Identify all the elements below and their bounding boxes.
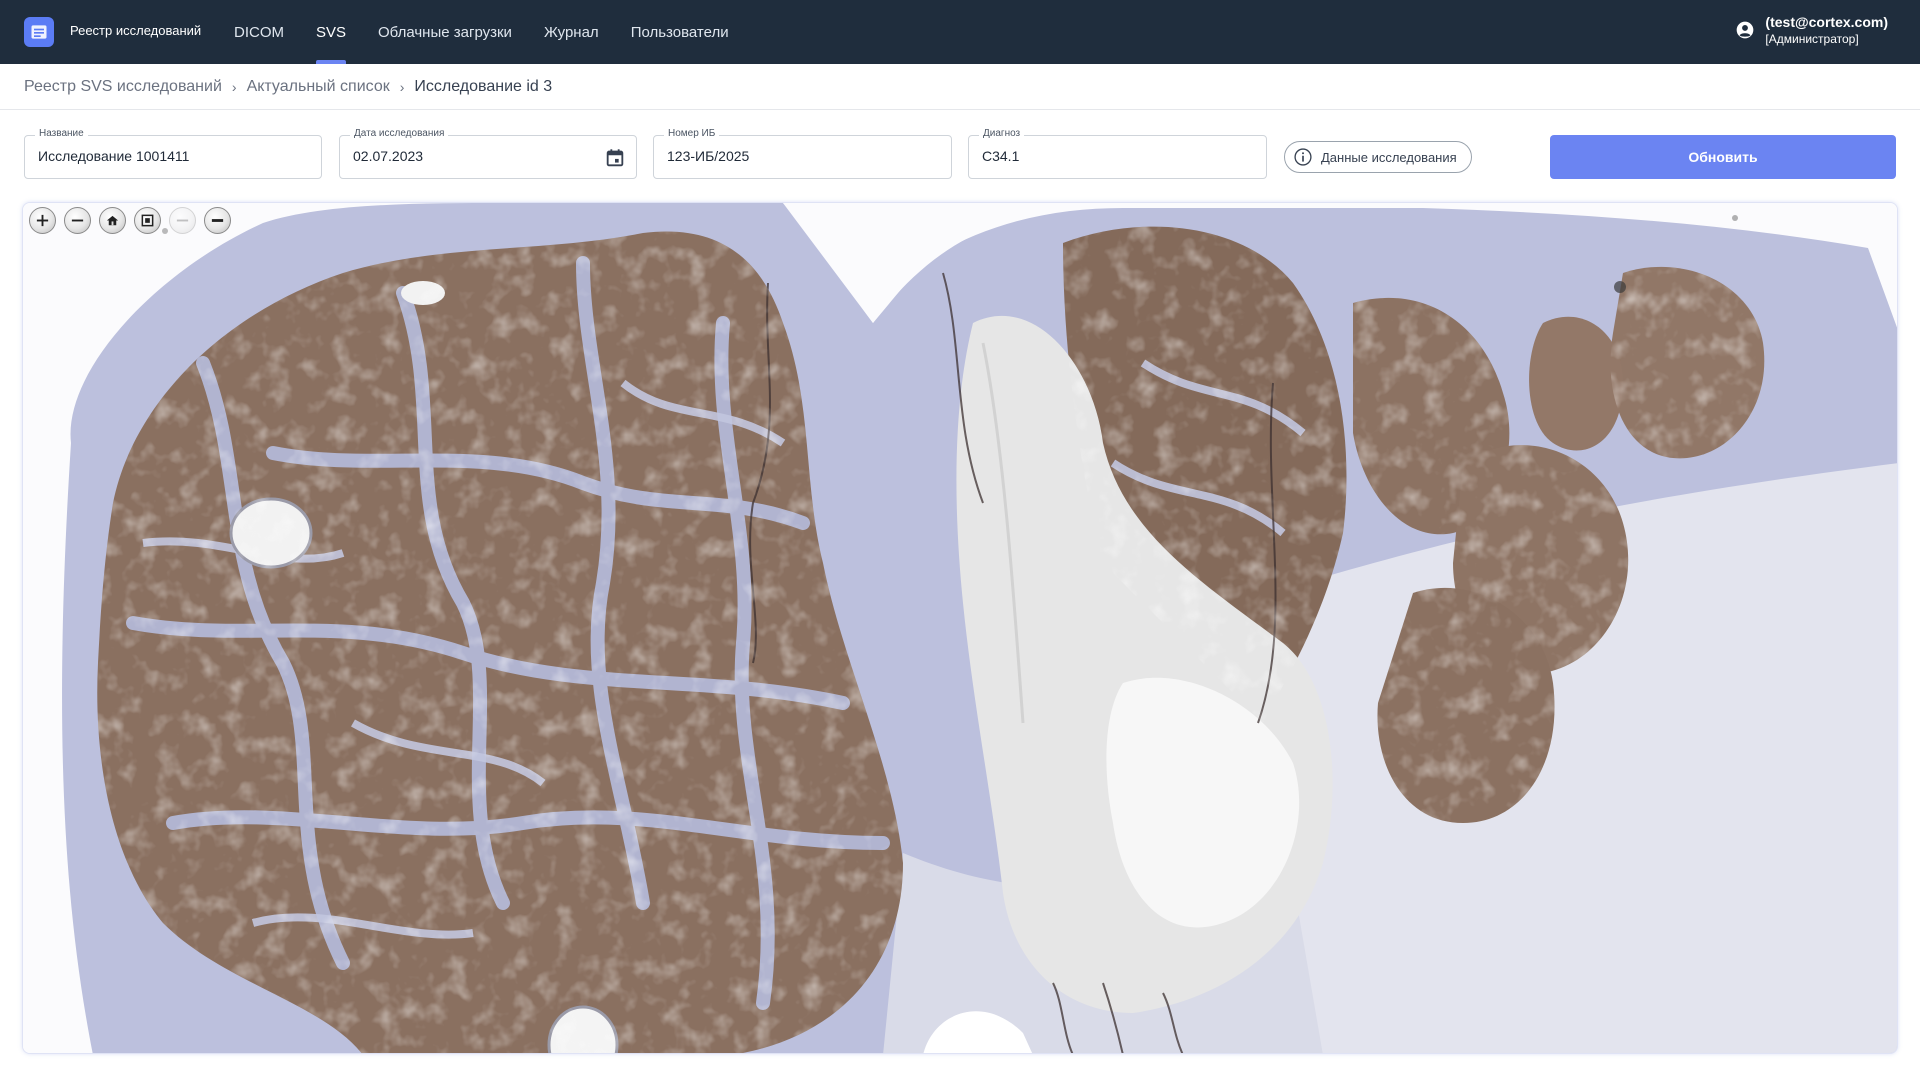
nav-item-users[interactable]: Пользователи [615,0,745,64]
app-logo-icon[interactable] [24,17,54,47]
nav-item-cloud-uploads[interactable]: Облачные загрузки [362,0,528,64]
date-field: Дата исследования [339,128,637,179]
nav-item-journal[interactable]: Журнал [528,0,615,64]
app-title[interactable]: Реестр исследований [70,23,201,38]
name-field-label: Название [35,128,88,139]
rotate-right-icon[interactable] [204,207,231,234]
chevron-right-icon: › [231,79,237,95]
date-input[interactable] [353,148,599,164]
diagnosis-field: Диагноз [968,128,1267,179]
ib-number-field-label: Номер ИБ [664,128,720,139]
name-field: Название [24,128,322,179]
update-button[interactable]: Обновить [1550,135,1896,179]
study-data-button[interactable]: Данные исследования [1284,141,1472,173]
home-icon[interactable] [99,207,126,234]
nav-item-dicom[interactable]: DICOM [218,0,300,64]
info-icon [1294,148,1312,166]
zoom-in-icon[interactable] [29,207,56,234]
breadcrumb-study: Исследование id 3 [414,78,553,95]
histology-slide-image[interactable] [23,203,1898,1054]
user-role: [Администратор] [1765,31,1859,46]
account-icon [1737,21,1754,39]
chevron-right-icon: › [399,79,405,95]
slide-viewer[interactable] [22,202,1898,1054]
breadcrumb-svs-registry[interactable]: Реестр SVS исследований [24,78,222,96]
breadcrumb: Реестр SVS исследований › Актуальный спи… [24,64,552,110]
nav-item-svs[interactable]: SVS [300,0,362,64]
breadcrumb-current-list[interactable]: Актуальный список [247,78,390,96]
viewer-toolbar [29,207,231,234]
diagnosis-field-label: Диагноз [979,128,1025,139]
date-field-label: Дата исследования [350,128,449,139]
ib-number-field: Номер ИБ [653,128,952,179]
fullscreen-icon[interactable] [134,207,161,234]
rotate-left-icon[interactable] [169,207,196,234]
header-divider [0,109,1920,110]
study-data-label: Данные исследования [1321,149,1457,165]
main-nav: DICOM SVS Облачные загрузки Журнал Польз… [218,0,745,64]
diagnosis-input[interactable] [982,148,1229,164]
calendar-icon[interactable] [604,147,626,169]
zoom-out-icon[interactable] [64,207,91,234]
name-input[interactable] [38,148,284,164]
user-menu[interactable]: (test@cortex.com) [Администратор] [1735,14,1888,47]
top-navigation-bar: Реестр исследований DICOM SVS Облачные з… [0,0,1920,64]
user-email: (test@cortex.com) [1765,14,1888,30]
ib-number-input[interactable] [667,148,914,164]
